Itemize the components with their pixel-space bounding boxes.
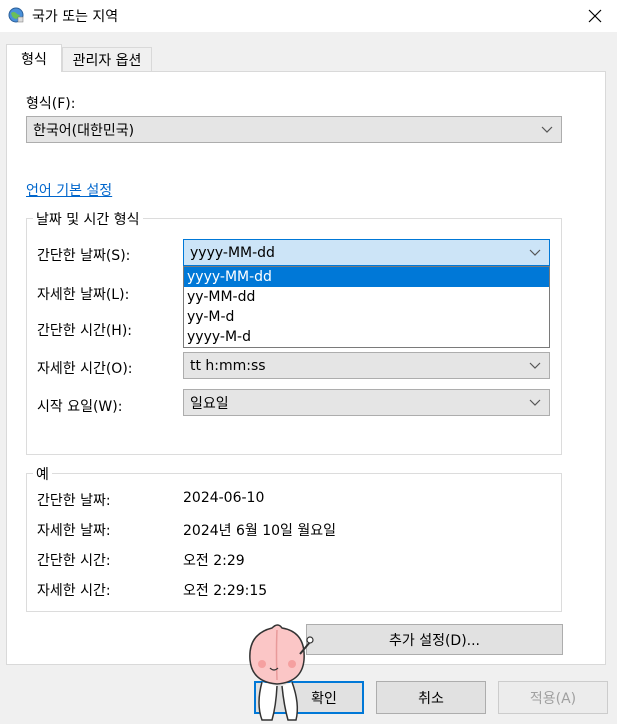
format-select-value: 한국어(대한민국): [33, 122, 135, 139]
dropdown-option[interactable]: yy-MM-dd: [184, 287, 549, 307]
short-date-select[interactable]: yyyy-MM-dd: [183, 239, 550, 266]
example-long-date-label: 자세한 날짜:: [37, 523, 111, 539]
globe-icon: [8, 7, 24, 23]
chevron-down-icon: [529, 362, 541, 369]
cancel-button[interactable]: 취소: [376, 681, 486, 714]
example-short-date-label: 간단한 날짜:: [37, 493, 111, 509]
example-short-time-label: 간단한 시간:: [37, 553, 111, 569]
peach-character-icon: [249, 624, 314, 721]
close-button[interactable]: [572, 0, 617, 32]
first-day-select[interactable]: 일요일: [183, 389, 550, 416]
example-short-time-value: 오전 2:29: [183, 553, 245, 569]
tab-format[interactable]: 형식: [6, 44, 62, 72]
example-group-title: 예: [33, 464, 52, 484]
format-label: 형식(F):: [26, 96, 76, 112]
short-date-label: 간단한 날짜(S):: [37, 248, 131, 264]
short-date-dropdown-list: yyyy-MM-dd yy-MM-dd yy-M-d yyyy-M-d: [183, 266, 550, 348]
apply-button[interactable]: 적용(A): [498, 681, 608, 714]
datetime-format-group-title: 날짜 및 시간 형식: [33, 209, 143, 229]
title-bar: 국가 또는 지역: [0, 0, 617, 32]
format-select[interactable]: 한국어(대한민국): [26, 116, 562, 143]
example-long-date-value: 2024년 6월 10일 월요일: [183, 523, 336, 539]
ok-button-label: 확인: [311, 690, 337, 707]
example-short-date-value: 2024-06-10: [183, 490, 265, 506]
long-time-label: 자세한 시간(O):: [37, 361, 133, 377]
first-day-value: 일요일: [190, 395, 229, 412]
long-time-select[interactable]: tt h:mm:ss: [183, 352, 550, 379]
example-long-time-label: 자세한 시간:: [37, 583, 111, 599]
short-time-label: 간단한 시간(H):: [37, 323, 133, 339]
chevron-down-icon: [541, 126, 553, 133]
dropdown-option[interactable]: yyyy-MM-dd: [184, 267, 549, 287]
close-icon: [588, 9, 601, 23]
dropdown-option[interactable]: yy-M-d: [184, 307, 549, 327]
chevron-down-icon: [529, 399, 541, 406]
window-title: 국가 또는 지역: [32, 9, 119, 25]
additional-settings-button[interactable]: 추가 설정(D)...: [306, 624, 563, 655]
example-long-time-value: 오전 2:29:15: [183, 583, 268, 599]
language-preferences-link[interactable]: 언어 기본 설정: [26, 180, 112, 200]
long-date-label: 자세한 날짜(L):: [37, 287, 130, 303]
tab-admin-options[interactable]: 관리자 옵션: [62, 47, 152, 71]
short-date-value: yyyy-MM-dd: [190, 244, 275, 261]
long-time-value: tt h:mm:ss: [190, 357, 266, 374]
dropdown-option[interactable]: yyyy-M-d: [184, 327, 549, 347]
chevron-down-icon: [529, 249, 541, 256]
first-day-label: 시작 요일(W):: [37, 399, 123, 415]
